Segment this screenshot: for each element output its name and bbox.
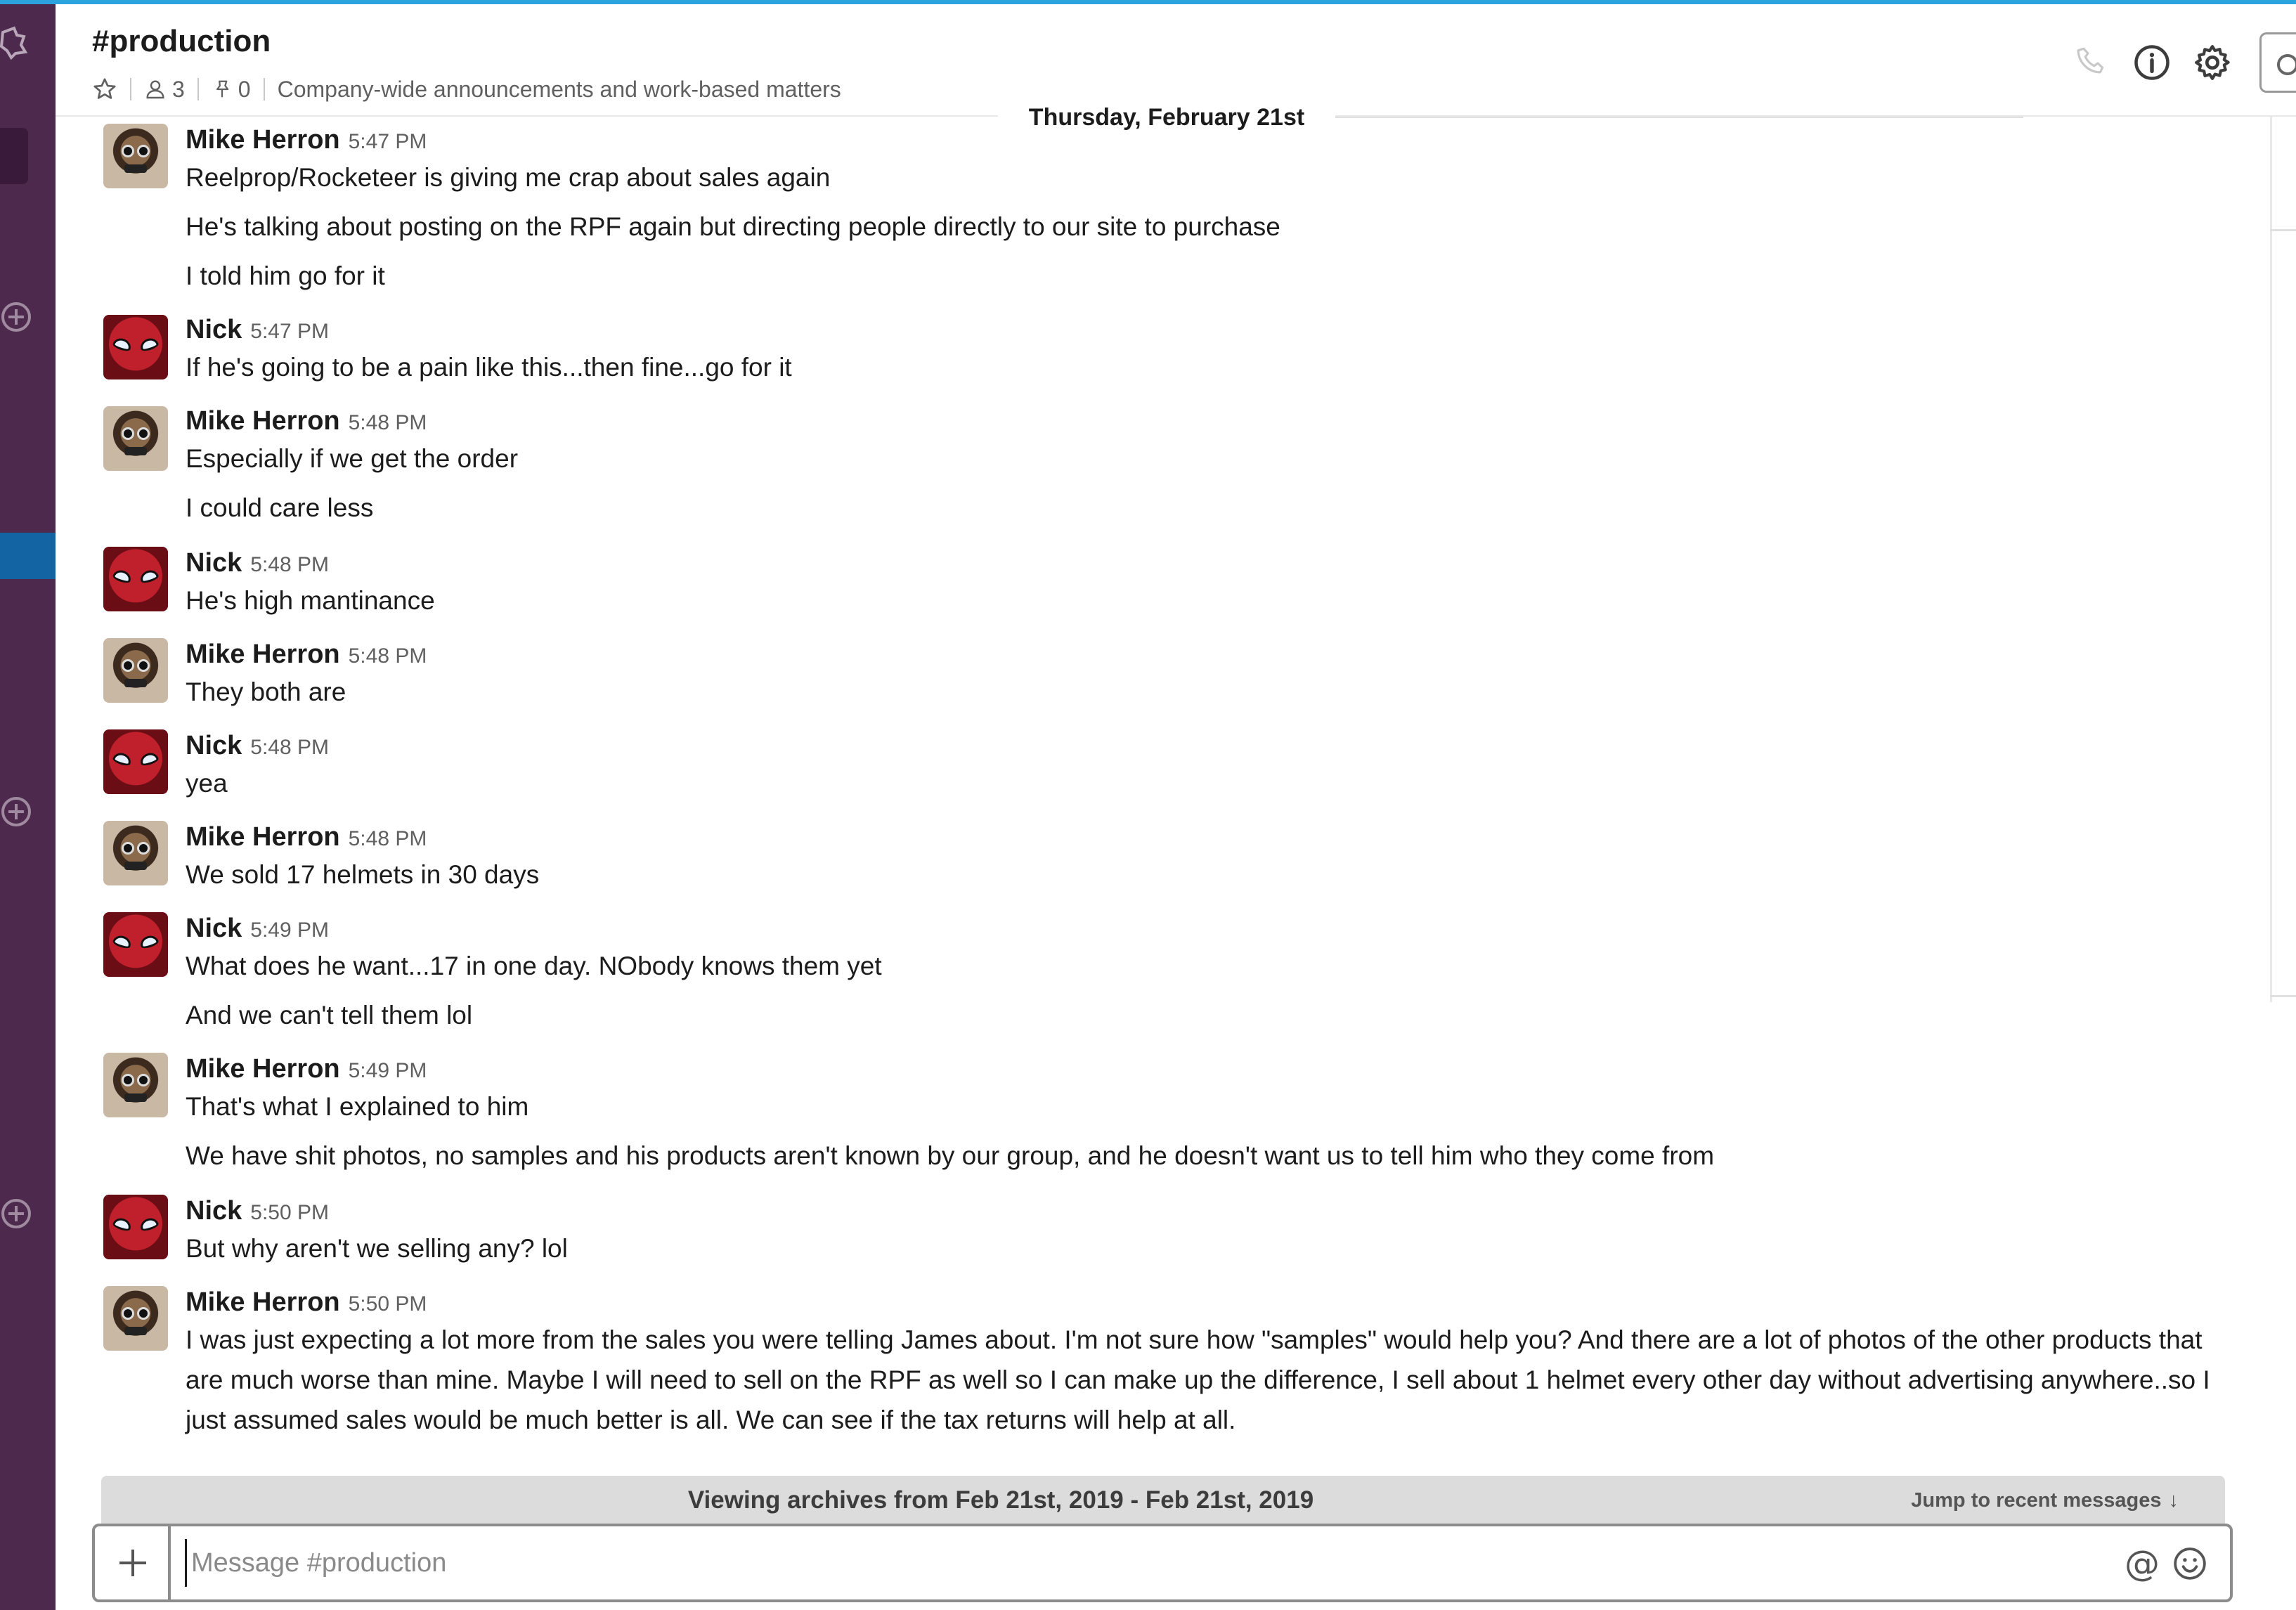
channel-topic[interactable]: Company-wide announcements and work-base… — [278, 77, 841, 103]
message-timestamp[interactable]: 5:48 PM — [250, 553, 329, 576]
message-sender[interactable]: Mike Herron 5:48 PM — [186, 406, 427, 436]
message-timestamp[interactable]: 5:50 PM — [349, 1292, 427, 1316]
pinned-count[interactable]: 0 — [238, 77, 251, 103]
add-app-icon[interactable] — [1, 1199, 31, 1228]
message-sender[interactable]: Nick 5:50 PM — [186, 1196, 329, 1226]
message-input[interactable] — [185, 1539, 2082, 1587]
avatar[interactable] — [103, 1053, 168, 1117]
message-text: What does he want...17 in one day. NObod… — [186, 952, 882, 980]
avatar[interactable] — [103, 1195, 168, 1259]
message-text: And we can't tell them lol — [186, 1001, 473, 1030]
message-composer: @ — [92, 1524, 2233, 1602]
avatar[interactable] — [103, 547, 168, 611]
info-icon[interactable] — [2122, 32, 2182, 93]
message-sender[interactable]: Mike Herron 5:48 PM — [186, 640, 427, 670]
message-text: Especially if we get the order — [186, 444, 519, 473]
avatar[interactable] — [103, 406, 168, 471]
member-icon[interactable] — [144, 77, 167, 101]
archive-banner: Viewing archives from Feb 21st, 2019 - F… — [101, 1476, 2225, 1525]
message-text: I told him go for it — [186, 261, 385, 290]
phone-icon[interactable] — [2061, 32, 2122, 93]
avatar[interactable] — [103, 638, 168, 703]
message-sender[interactable]: Mike Herron 5:49 PM — [186, 1054, 427, 1084]
sidebar-jump-block[interactable] — [0, 128, 28, 184]
message-timestamp[interactable]: 5:49 PM — [250, 918, 329, 942]
message-sender[interactable]: Nick 5:48 PM — [186, 548, 329, 578]
message-timestamp[interactable]: 5:49 PM — [349, 1059, 427, 1082]
message-text: He's talking about posting on the RPF ag… — [186, 212, 1280, 241]
message-text: I was just expecting a lot more from the… — [186, 1325, 2210, 1434]
message-timestamp[interactable]: 5:48 PM — [349, 827, 427, 850]
archive-range-text: Viewing archives from Feb 21st, 2019 - F… — [687, 1486, 1314, 1514]
pin-icon[interactable] — [212, 77, 233, 101]
pane-tick — [2270, 229, 2296, 231]
message-sender[interactable]: Mike Herron 5:50 PM — [186, 1287, 427, 1318]
message-list: Mike Herron 5:47 PM Reelprop/Rocketeer is… — [56, 118, 2269, 1476]
message-text: yea — [186, 769, 228, 798]
message-text: If he's going to be a pain like this...t… — [186, 353, 792, 382]
message-sender[interactable]: Nick 5:49 PM — [186, 914, 329, 944]
message-sender[interactable]: Mike Herron 5:47 PM — [186, 125, 427, 155]
search-icon[interactable] — [2259, 32, 2296, 93]
message-text: That's what I explained to him — [186, 1092, 529, 1121]
flexpane-edge — [2270, 117, 2296, 1002]
avatar[interactable] — [103, 315, 168, 379]
message-text: I could care less — [186, 493, 374, 522]
message-timestamp[interactable]: 5:47 PM — [349, 130, 427, 153]
header-actions — [2061, 32, 2296, 93]
message-timestamp[interactable]: 5:48 PM — [349, 644, 427, 668]
plus-icon[interactable] — [95, 1526, 171, 1599]
avatar[interactable] — [103, 124, 168, 188]
star-icon[interactable] — [92, 77, 117, 102]
message-timestamp[interactable]: 5:48 PM — [250, 736, 329, 759]
message-text: Reelprop/Rocketeer is giving me crap abo… — [186, 163, 831, 192]
member-count[interactable]: 3 — [172, 77, 185, 103]
message-text: We sold 17 helmets in 30 days — [186, 860, 540, 889]
avatar[interactable] — [103, 912, 168, 977]
emoji-icon[interactable] — [2172, 1546, 2207, 1581]
jump-to-recent-link[interactable]: Jump to recent messages ↓ — [1911, 1476, 2179, 1525]
message-timestamp[interactable]: 5:48 PM — [349, 411, 427, 434]
message-sender[interactable]: Nick 5:47 PM — [186, 315, 329, 345]
add-channel-icon[interactable] — [1, 302, 31, 332]
pane-tick — [2270, 995, 2296, 997]
message-sender[interactable]: Mike Herron 5:48 PM — [186, 822, 427, 852]
avatar[interactable] — [103, 1286, 168, 1351]
add-direct-message-icon[interactable] — [1, 797, 31, 826]
at-icon[interactable]: @ — [2123, 1545, 2161, 1583]
workspace-switcher-icon[interactable] — [0, 25, 28, 60]
sidebar-item-production[interactable] — [0, 533, 56, 579]
meta-divider — [130, 78, 131, 100]
message-timestamp[interactable]: 5:50 PM — [250, 1201, 329, 1224]
channel-meta: 3 0 Company-wide announcements and work-… — [92, 73, 841, 105]
channel-title[interactable]: #production — [92, 24, 271, 59]
meta-divider — [263, 78, 265, 100]
message-sender[interactable]: Nick 5:48 PM — [186, 731, 329, 761]
avatar[interactable] — [103, 821, 168, 885]
message-text: He's high mantinance — [186, 586, 435, 615]
avatar[interactable] — [103, 729, 168, 794]
message-text: They both are — [186, 677, 346, 706]
message-timestamp[interactable]: 5:47 PM — [250, 320, 329, 343]
workspace-sidebar — [0, 4, 56, 1610]
gear-icon[interactable] — [2182, 32, 2243, 93]
arrow-down-icon: ↓ — [2168, 1489, 2179, 1512]
meta-divider — [197, 78, 199, 100]
message-text: But why aren't we selling any? lol — [186, 1234, 568, 1263]
message-text: We have shit photos, no samples and his … — [186, 1141, 1715, 1170]
